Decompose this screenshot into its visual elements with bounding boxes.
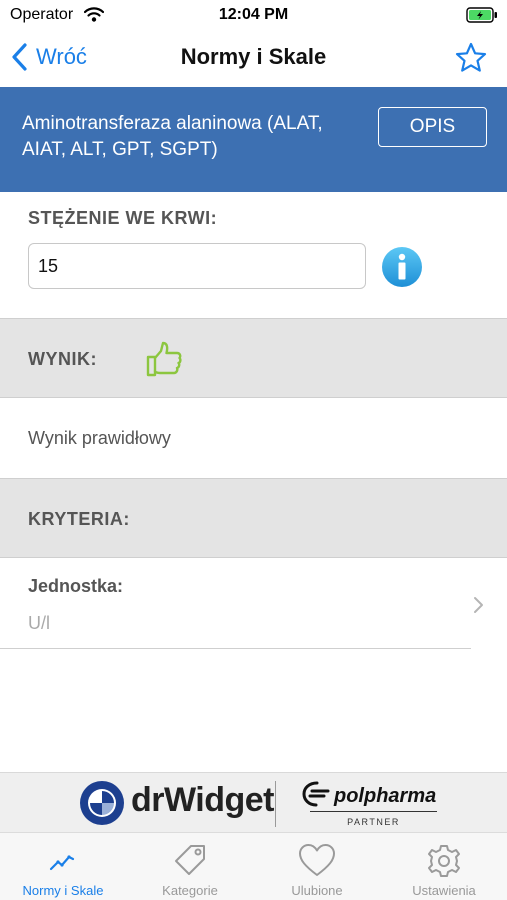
polpharma-logo-icon (302, 781, 330, 807)
concentration-input[interactable] (28, 243, 366, 289)
tab-normy-i-skale[interactable]: Normy i Skale (0, 833, 126, 900)
heart-icon (299, 844, 335, 876)
partner-label: PARTNER (347, 817, 400, 827)
unit-row[interactable]: Jednostka: U/l (0, 558, 507, 650)
back-button[interactable]: Wróć (10, 40, 87, 74)
result-label: WYNIK: (28, 349, 97, 369)
concentration-label: STĘŻENIE WE KRWI: (28, 208, 218, 228)
info-icon[interactable] (381, 246, 423, 288)
chevron-right-icon (474, 597, 483, 613)
sponsor-banner[interactable]: drWidget polpharma PARTNER (0, 772, 507, 832)
tab-label: Kategorie (162, 883, 218, 898)
tag-icon (175, 845, 205, 875)
criteria-label: KRYTERIA: (28, 509, 130, 529)
chevron-left-icon (12, 43, 27, 71)
drwidget-logo-icon (80, 781, 124, 825)
description-button[interactable]: OPIS (378, 107, 487, 147)
tab-ulubione[interactable]: Ulubione (254, 833, 380, 900)
chart-line-icon (49, 855, 75, 871)
banner-divider (275, 781, 276, 827)
navigation-bar: Wróć Normy i Skale (0, 30, 507, 87)
status-bar: Operator 12:04 PM (0, 0, 507, 30)
tab-bar: Normy i Skale Kategorie Ulubione Ustawie… (0, 832, 507, 900)
status-time: 12:04 PM (218, 6, 289, 23)
thumbs-up-icon (146, 341, 182, 377)
tab-ustawienia[interactable]: Ustawienia (381, 833, 507, 900)
gear-icon (428, 845, 460, 877)
polpharma-logo-text: polpharma (334, 785, 437, 807)
unit-separator (0, 648, 471, 649)
tab-kategorie[interactable]: Kategorie (127, 833, 253, 900)
back-label: Wróć (36, 44, 87, 69)
drwidget-logo-text: drWidget (131, 781, 275, 819)
partner-divider (310, 811, 437, 812)
unit-label: Jednostka: (28, 576, 124, 596)
test-header: Aminotransferaza alaninowa (ALAT, AIAT, … (0, 87, 507, 192)
battery-icon (466, 7, 497, 23)
test-name: Aminotransferaza alaninowa (ALAT, AIAT, … (22, 113, 323, 160)
unit-value: U/l (28, 613, 50, 633)
tab-label: Ustawienia (412, 883, 476, 898)
result-text: Wynik prawidłowy (28, 428, 171, 448)
tab-label: Ulubione (291, 883, 343, 898)
star-icon[interactable] (454, 41, 488, 75)
tab-label: Normy i Skale (22, 883, 104, 898)
